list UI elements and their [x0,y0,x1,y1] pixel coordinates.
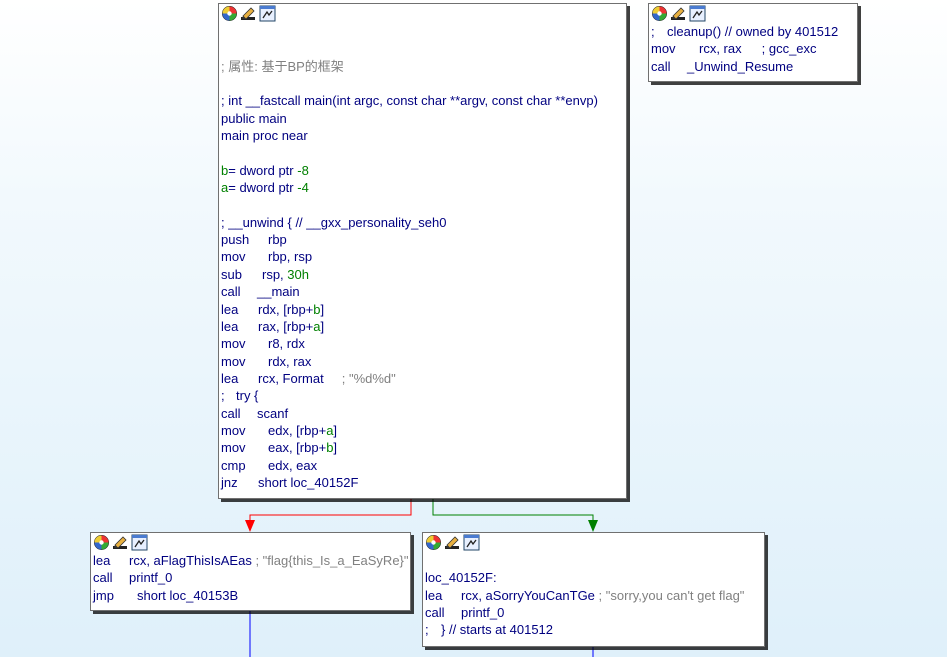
operands[interactable]: edx, [rbp+ [268,423,326,438]
node-header [423,533,764,552]
operands[interactable]: rbp [268,232,287,247]
instruction-line[interactable]: lea rcx, Format ; "%d%d" [221,370,624,387]
loc-label[interactable]: loc_40152F: [425,569,762,586]
operand-tail: ] [320,318,325,334]
mnemonic: call [221,405,241,421]
flag-lea-line[interactable]: lea rcx, aFlagThisIsAEas ; "flag{this_Is_… [93,552,409,569]
edge-true-arrowhead [588,520,598,532]
attribute-comment: ; 属性: 基于BP的框架 [221,58,344,74]
instruction-line[interactable]: call scanf [221,405,624,422]
node-flag-body: lea rcx, aFlagThisIsAEas ; "flag{this_Is_… [91,552,410,606]
node-cleanup-body: ; cleanup() // owned by 401512 mov rcx, ra… [649,23,857,77]
mnemonic: call [221,284,241,300]
mnemonic: mov [221,249,246,265]
operands[interactable]: rax, [rbp+ [258,319,313,334]
stack-var-ref[interactable]: b [313,302,320,317]
stack-var-ref[interactable]: a [313,319,320,334]
edge-false-branch [249,499,412,528]
edge-false-arrowhead [245,520,255,532]
mnemonic: mov [221,422,246,438]
operands[interactable]: short loc_40152F [258,475,358,490]
operand-tail: ] [320,301,325,317]
node-header [91,533,410,552]
instruction-line[interactable]: lea rax, [rbp+a] [221,318,624,335]
mnemonic: sub [221,266,242,282]
edit-pencil-icon[interactable] [444,534,461,551]
graph-overview-icon[interactable] [259,5,276,22]
mnemonic: lea [221,301,239,317]
instruction-line[interactable]: cmp edx, eax [221,457,624,474]
node-header [649,4,857,23]
instruction-line[interactable]: jnz short loc_40152F [221,474,624,491]
instruction-line[interactable]: lea rdx, [rbp+b] [221,301,624,318]
operands[interactable]: eax, [rbp+ [268,440,326,455]
edge-true-branch [432,499,594,528]
node-cleanup[interactable]: ; cleanup() // owned by 401512 mov rcx, ra… [648,3,858,82]
graph-overview-icon[interactable] [689,5,706,22]
mnemonic: lea [221,370,239,386]
stack-var-b[interactable]: b= dword ptr -8 [221,162,624,179]
color-wheel-icon[interactable] [425,534,442,551]
color-wheel-icon[interactable] [93,534,110,551]
sorry-lea-line[interactable]: lea rcx, aSorryYouCanTGe ; "sorry,you can… [425,587,762,604]
operands[interactable]: rdx, rax [268,354,311,369]
instruction-line[interactable]: mov r8, rdx [221,335,624,352]
node-sorry-body: loc_40152F: lea rcx, aSorryYouCanTGe ; "s… [423,552,764,641]
node-main[interactable]: ; 属性: 基于BP的框架 ; int __fastcall main(int … [218,3,627,499]
graph-overview-icon[interactable] [463,534,480,551]
operand-tail: ] [333,422,338,438]
mnemonic: cmp [221,457,246,473]
instruction-line[interactable]: mov edx, [rbp+a] [221,422,624,439]
operands[interactable]: rcx, Format [258,371,324,386]
mnemonic: mov [221,353,246,369]
node-main-body: ; 属性: 基于BP的框架 ; int __fastcall main(int … [219,23,626,493]
node-flag-branch[interactable]: lea rcx, aFlagThisIsAEas ; "flag{this_Is_… [90,532,411,611]
operands[interactable]: try { [236,388,258,403]
try-comment-line[interactable]: ; try { [221,387,624,404]
instruction-line[interactable]: push rbp [221,231,624,248]
public-main-line[interactable]: public main [221,110,624,127]
sorry-call-line[interactable]: call printf_0 [425,604,762,621]
stack-var-a[interactable]: a= dword ptr -4 [221,179,624,196]
operands[interactable]: r8, rdx [268,336,305,351]
cleanup-call-line[interactable]: call _Unwind_Resume [651,58,855,75]
inline-comment: ; "%d%d" [341,370,396,386]
operands[interactable]: edx, eax [268,458,317,473]
immediate-value: 30h [287,266,309,282]
edit-pencil-icon[interactable] [240,5,257,22]
edit-pencil-icon[interactable] [670,5,687,22]
edit-pencil-icon[interactable] [112,534,129,551]
mnemonic: ; [221,388,225,404]
graph-overview-icon[interactable] [131,534,148,551]
operands[interactable]: rbp, rsp [268,249,312,264]
flag-jmp-line[interactable]: jmp short loc_40153B [93,587,408,604]
operand-tail: ] [333,440,338,456]
cleanup-comment-line[interactable]: ; cleanup() // owned by 401512 [651,23,855,40]
operands[interactable]: __main [257,284,300,299]
instruction-line[interactable]: call __main [221,283,624,300]
color-wheel-icon[interactable] [651,5,668,22]
proc-near-line[interactable]: main proc near [221,127,624,144]
color-wheel-icon[interactable] [221,5,238,22]
operands[interactable]: scanf [257,406,288,421]
cleanup-mov-line[interactable]: mov rcx, rax; gcc_exc [651,40,855,57]
mnemonic: mov [221,336,246,352]
operands[interactable]: rdx, [rbp+ [258,302,313,317]
unwind-comment: ; __unwind { // __gxx_personality_seh0 [221,214,447,230]
instruction-line[interactable]: mov rdx, rax [221,353,624,370]
function-prototype[interactable]: ; int __fastcall main(int argc, const ch… [221,92,624,109]
try-end-comment: ;} // starts at 401512 [425,622,554,638]
mnemonic: lea [221,318,239,334]
operands[interactable]: rsp, [262,267,287,282]
mnemonic: push [221,232,250,248]
instruction-line[interactable]: mov eax, [rbp+b] [221,439,624,456]
mnemonic: mov [221,440,246,456]
node-header [219,4,626,23]
flag-call-line[interactable]: call printf_0 [93,569,408,586]
instruction-line[interactable]: sub rsp, 30h [221,266,624,283]
node-sorry-branch[interactable]: loc_40152F: lea rcx, aSorryYouCanTGe ; "s… [422,532,765,647]
mnemonic: jnz [221,474,238,490]
instruction-line[interactable]: mov rbp, rsp [221,248,624,265]
instruction-list: push rbp mov rbp, rsp sub rsp, 30h call __mainl… [221,231,624,491]
